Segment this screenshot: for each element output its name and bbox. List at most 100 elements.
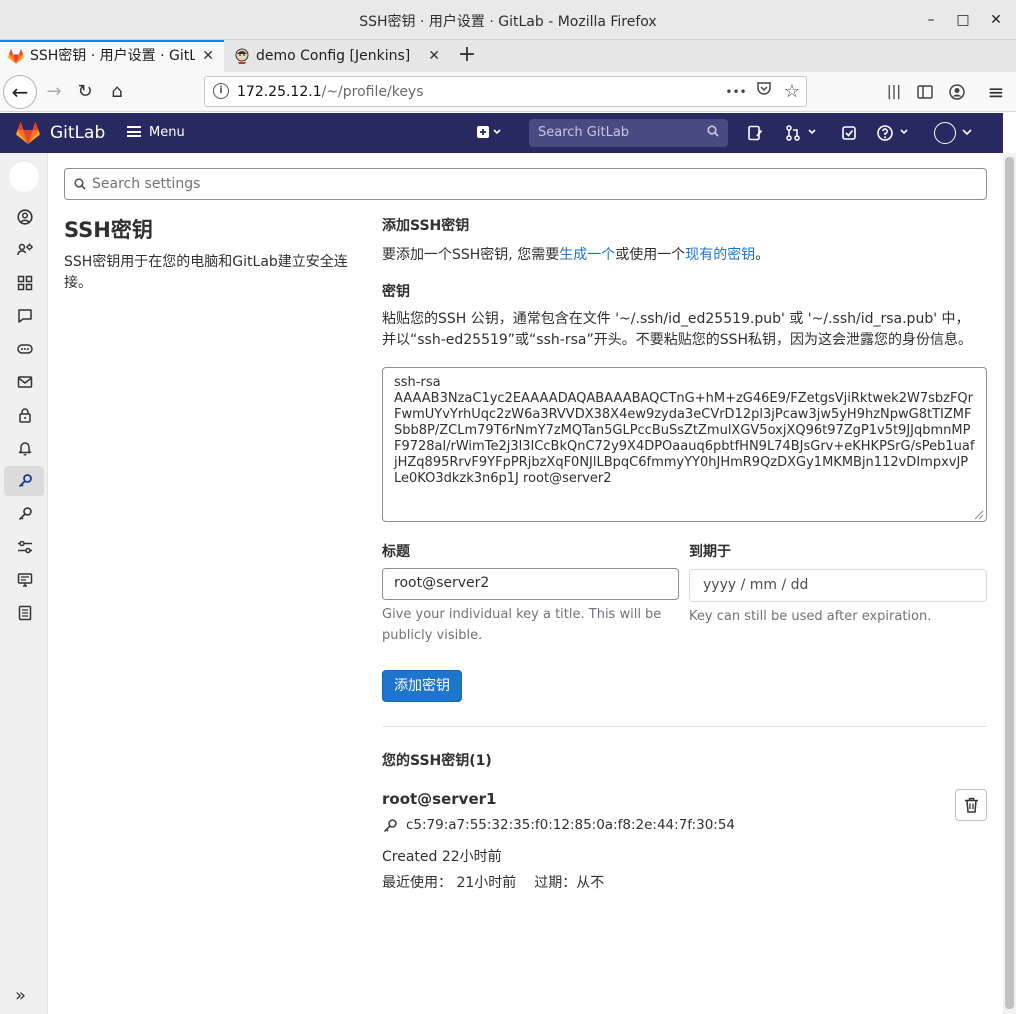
log-list-icon xyxy=(18,605,32,621)
account-icon[interactable] xyxy=(945,80,969,104)
preferences-sliders-icon xyxy=(18,540,32,554)
close-tab-icon[interactable]: ✕ xyxy=(428,40,440,72)
sidebar-item-chat[interactable] xyxy=(4,301,44,331)
title-help-text: Give your individual key a title. This w… xyxy=(382,607,662,643)
sidebar-item-authentication-log[interactable] xyxy=(4,598,44,628)
menu-icon xyxy=(127,126,141,137)
merge-requests-icon[interactable] xyxy=(785,125,819,141)
settings-search-input[interactable]: Search settings xyxy=(64,168,987,200)
gitlab-logo-icon[interactable] xyxy=(16,122,40,144)
sidebar-item-applications[interactable] xyxy=(4,268,44,298)
site-info-icon[interactable]: i xyxy=(213,83,229,99)
existing-key-link[interactable]: 现有的密钥 xyxy=(685,247,755,263)
monitor-icon xyxy=(17,573,33,587)
key-textarea[interactable]: ssh-rsa AAAAB3NzaC1yc2EAAAADAQABAAABAQCT… xyxy=(382,367,987,522)
gitlab-search-input[interactable]: Search GitLab xyxy=(529,119,728,147)
menu-label: Menu xyxy=(149,125,185,140)
main-menu-button[interactable]: Menu xyxy=(127,125,185,140)
search-placeholder: Search GitLab xyxy=(538,125,630,140)
your-keys-heading: 您的SSH密钥(1) xyxy=(382,753,492,769)
chevron-down-icon[interactable] xyxy=(962,125,972,141)
key-label: 密钥 xyxy=(382,284,410,300)
key-created: Created 22小时前 xyxy=(382,849,502,865)
hamburger-menu-icon[interactable]: ≡ xyxy=(984,80,1008,104)
page-scrollbar-thumb[interactable] xyxy=(1005,157,1014,1009)
page-title: SSH密钥 xyxy=(64,218,153,242)
back-button[interactable]: ← xyxy=(3,75,37,109)
tab-jenkins[interactable]: demo Config [Jenkins] ✕ xyxy=(226,40,450,72)
library-icon[interactable]: ||| xyxy=(882,80,906,104)
window-title: SSH密钥 · 用户设置 · GitLab - Mozilla Firefox xyxy=(359,14,657,30)
collapse-sidebar-icon[interactable]: » xyxy=(15,985,26,1006)
expires-date-input[interactable]: yyyy / mm / dd xyxy=(689,569,987,602)
minimize-button[interactable]: – xyxy=(921,10,941,30)
gitlab-header: GitLab Menu Search GitLab xyxy=(0,113,1003,153)
close-window-button[interactable]: ✕ xyxy=(986,10,1006,30)
todo-icon[interactable] xyxy=(841,125,857,141)
key-fingerprint: c5:79:a7:55:32:35:f0:12:85:0a:f8:2e:44:7… xyxy=(406,817,736,833)
add-ssh-key-heading: 添加SSH密钥 xyxy=(382,218,470,234)
home-button[interactable]: ⌂ xyxy=(105,80,129,104)
expires-help-text: Key can still be used after expiration. xyxy=(689,609,932,624)
issues-icon[interactable] xyxy=(747,125,763,141)
maximize-button[interactable]: □ xyxy=(953,10,973,30)
gitlab-brand[interactable]: GitLab xyxy=(50,123,105,143)
sidebar-user-avatar[interactable] xyxy=(9,162,39,192)
sidebar-item-notifications[interactable] xyxy=(4,433,44,463)
user-avatar[interactable] xyxy=(934,122,956,144)
url-bar[interactable]: i 172.25.12.1/~/profile/keys ••• ☆ xyxy=(204,76,807,107)
section-divider xyxy=(382,726,987,727)
sidebar-item-emails[interactable] xyxy=(4,367,44,397)
generate-key-link[interactable]: 生成一个 xyxy=(559,247,615,263)
tab-strip: SSH密钥 · 用户设置 · GitL ✕ demo Config [Jenki… xyxy=(0,40,1016,72)
key-last-used: 最近使用： 21小时前 xyxy=(382,875,517,891)
key-usage-meta: 最近使用： 21小时前 过期：从不 xyxy=(382,872,622,892)
sidebar-item-gpg-keys[interactable] xyxy=(4,499,44,529)
lock-icon xyxy=(19,408,31,423)
intro-suffix: 。 xyxy=(755,247,770,263)
sidebar-item-preferences[interactable] xyxy=(4,532,44,562)
title-input[interactable]: root@server2 xyxy=(382,568,679,600)
comment-icon xyxy=(18,309,32,323)
profile-icon xyxy=(17,209,33,225)
notifications-bell-icon xyxy=(18,442,32,456)
sidebar-item-password[interactable] xyxy=(4,400,44,430)
sidebar-toggle-icon[interactable] xyxy=(913,80,937,104)
intro-middle: 或使用一个 xyxy=(615,247,686,263)
delete-key-button[interactable] xyxy=(955,789,987,821)
add-key-intro: 要添加一个SSH密钥, 您需要生成一个或使用一个现有的密钥。 xyxy=(382,244,769,264)
gitlab-favicon-icon xyxy=(8,49,24,64)
page-actions-icon[interactable]: ••• xyxy=(725,81,747,103)
url-text[interactable]: 172.25.12.1/~/profile/keys xyxy=(237,84,424,100)
reload-button[interactable]: ↻ xyxy=(73,80,97,104)
help-dropdown[interactable] xyxy=(877,125,911,141)
expires-label: 到期于 xyxy=(689,544,731,560)
jenkins-favicon-icon xyxy=(235,48,249,64)
sidebar-item-access-tokens[interactable] xyxy=(4,334,44,364)
key-title-link[interactable]: root@server1 xyxy=(382,790,496,808)
new-tab-button[interactable]: + xyxy=(455,44,479,68)
page-description: SSH密钥用于在您的电脑和GitLab建立安全连接。 xyxy=(64,254,348,291)
forward-button[interactable]: → xyxy=(42,80,66,104)
mail-icon xyxy=(17,376,33,388)
key-expires: 过期：从不 xyxy=(534,875,605,891)
bookmark-star-icon[interactable]: ☆ xyxy=(781,81,803,103)
sidebar-item-profile[interactable] xyxy=(4,202,44,232)
resize-handle-icon[interactable] xyxy=(972,508,984,520)
navigation-toolbar: ← → ↻ ⌂ i 172.25.12.1/~/profile/keys •••… xyxy=(0,72,1016,112)
account-gear-icon xyxy=(17,243,33,256)
new-item-dropdown[interactable] xyxy=(476,125,504,141)
tab-ssh-keys[interactable]: SSH密钥 · 用户设置 · GitL ✕ xyxy=(0,40,224,72)
gpg-key-icon xyxy=(18,507,32,521)
tab-label: demo Config [Jenkins] xyxy=(256,48,411,64)
search-icon xyxy=(74,178,86,190)
pocket-icon[interactable] xyxy=(753,81,775,103)
sidebar-item-ssh-keys[interactable] xyxy=(4,466,44,496)
sidebar-item-account[interactable] xyxy=(4,235,44,265)
add-key-button[interactable]: 添加密钥 xyxy=(382,670,462,702)
close-tab-icon[interactable]: ✕ xyxy=(202,42,214,70)
key-help-text: 粘贴您的SSH 公钥，通常包含在文件 '~/.ssh/id_ed25519.pu… xyxy=(382,311,973,348)
url-path: /~/profile/keys xyxy=(321,84,424,100)
token-icon xyxy=(17,344,33,354)
sidebar-item-active-sessions[interactable] xyxy=(4,565,44,595)
